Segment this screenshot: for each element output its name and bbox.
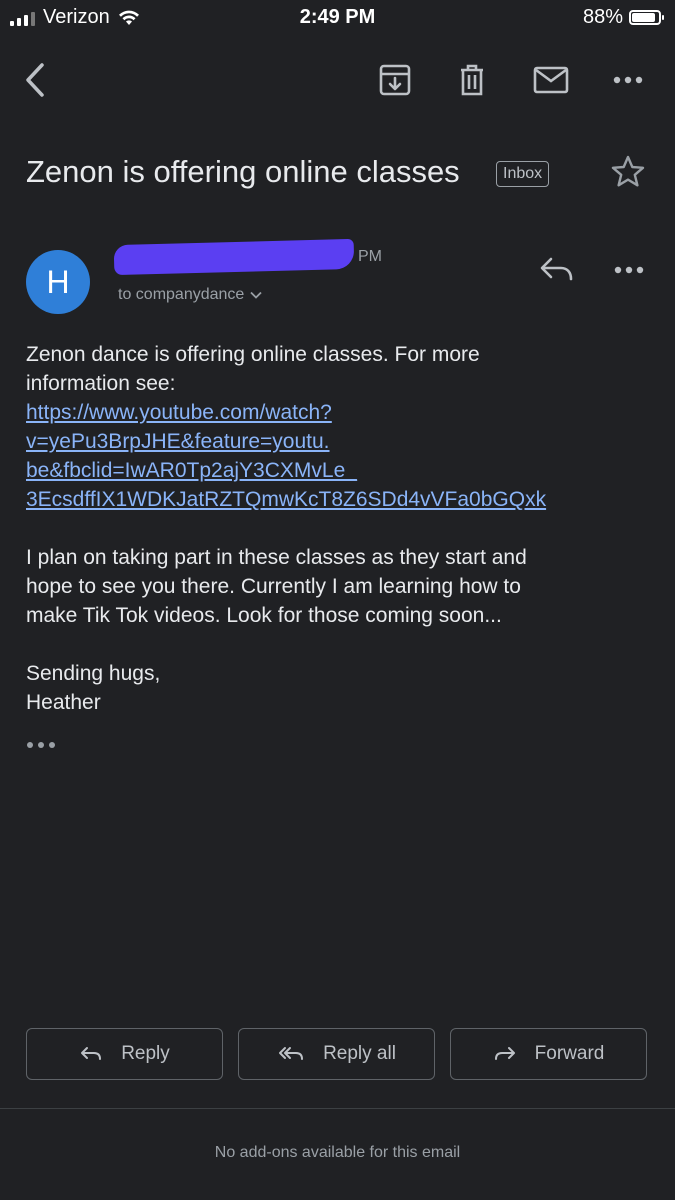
add-ons-footer: No add-ons available for this email [214,1144,461,1161]
sender-row: H PM to companydance [26,238,656,318]
email-subject: Zenon is offering online classes [26,154,460,189]
status-time: 2:49 PM [299,6,376,28]
reply-label: Reply [121,1043,170,1064]
reply-all-label: Reply all [323,1043,396,1064]
status-right: 88% [582,6,664,29]
sender-time: PM [358,248,382,265]
footer-divider [0,1108,675,1109]
forward-button[interactable]: Forward [450,1028,647,1080]
battery-icon [629,10,664,25]
link-line: https://www.youtube.com/watch? [26,401,332,424]
status-bar: Verizon 2:49 PM 88% [0,0,675,36]
archive-icon[interactable] [371,56,419,104]
body-line: Zenon dance is offering online classes. … [26,343,480,366]
battery-percent: 88% [582,6,623,28]
recipient-text: to companydance [118,286,245,303]
body-line: information see: [26,372,176,395]
more-icon[interactable] [604,56,652,104]
sender-avatar[interactable]: H [26,250,90,314]
reply-icon[interactable] [536,248,580,292]
action-buttons: Reply Reply all Forward [26,1028,649,1082]
reply-all-button[interactable]: Reply all [238,1028,435,1080]
body-line: make Tik Tok videos. Look for those comi… [26,604,502,627]
show-trimmed-content-icon[interactable] [26,729,646,758]
message-more-icon[interactable] [608,248,652,292]
inbox-label-chip[interactable]: Inbox [496,161,550,187]
body-line: hope to see you there. Currently I am le… [26,575,521,598]
star-icon[interactable] [608,152,648,192]
email-toolbar [0,56,675,104]
link-line: v=yePu3BrpJHE&feature=youtu. [26,430,330,453]
link-line: 3EcsdffIX1WDKJatRZTQmwKcT8Z6SDd4vVFa0bGQ… [26,488,547,511]
youtube-link[interactable]: https://www.youtube.com/watch? v=yePu3Br… [26,398,646,514]
reply-arrow-icon [81,1047,102,1060]
recipient-details[interactable]: to companydance [118,286,262,304]
chevron-down-icon [250,291,262,299]
body-line: I plan on taking part in these classes a… [26,546,527,569]
forward-label: Forward [534,1043,605,1064]
trash-icon[interactable] [448,56,496,104]
email-body: Zenon dance is offering online classes. … [26,340,646,758]
mail-icon[interactable] [527,56,575,104]
forward-arrow-icon [494,1047,515,1060]
back-icon[interactable] [12,56,60,104]
redacted-sender-name [113,238,355,276]
signoff: Sending hugs, [26,662,161,685]
signature: Heather [26,691,101,714]
reply-all-icon [279,1047,304,1060]
reply-button[interactable]: Reply [26,1028,223,1080]
subject-row: Zenon is offering online classes Inbox [26,146,646,206]
battery-fill [632,13,655,22]
link-line: be&fbclid=IwAR0Tp2ajY3CXMvLe_ [26,459,357,482]
